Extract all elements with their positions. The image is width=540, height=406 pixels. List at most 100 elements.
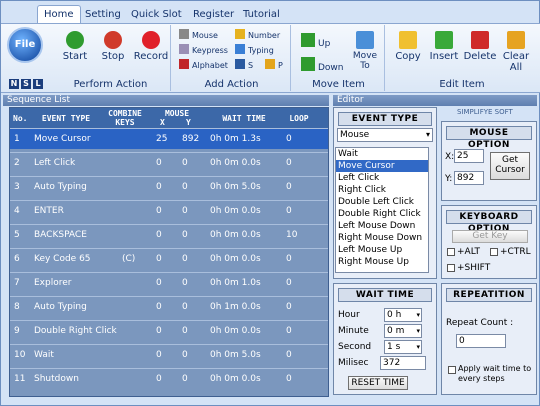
col-wait-time: WAIT TIME bbox=[222, 114, 266, 123]
event-list-item[interactable]: Left Mouse Down bbox=[336, 220, 428, 232]
typing-icon bbox=[235, 44, 245, 54]
cell-no: 11 bbox=[14, 374, 26, 384]
tab-setting[interactable]: Setting bbox=[85, 7, 121, 23]
add-s-button[interactable]: S bbox=[235, 59, 253, 73]
second-select[interactable]: 1 s ▾ bbox=[384, 340, 422, 354]
event-list-item[interactable]: Double Left Click bbox=[336, 196, 428, 208]
cell-loop: 0 bbox=[286, 158, 292, 168]
shift-checkbox[interactable] bbox=[447, 264, 455, 272]
y-label: Y: bbox=[445, 174, 453, 184]
move-to-label: Move To bbox=[352, 51, 378, 71]
event-type-select[interactable]: Mouse ▾ bbox=[337, 128, 433, 142]
add-number-button[interactable]: Number bbox=[235, 29, 280, 43]
cell-no: 10 bbox=[14, 350, 26, 360]
table-header: No. EVENT TYPE COMBINE KEYS MOUSE X Y WA… bbox=[10, 108, 328, 128]
cell-loop: 0 bbox=[286, 326, 292, 336]
event-list-item[interactable]: Wait bbox=[336, 148, 428, 160]
table-row[interactable]: 11 Shutdown 0 0 0h 0m 0.0s 0 bbox=[10, 368, 328, 389]
cell-no: 9 bbox=[14, 326, 20, 336]
add-p-button[interactable]: P bbox=[265, 59, 283, 73]
delete-button[interactable]: Delete bbox=[463, 27, 497, 73]
move-down-button[interactable]: Down bbox=[301, 57, 344, 73]
add-mouse-button[interactable]: Mouse bbox=[179, 29, 218, 43]
group-label: Edit Item bbox=[439, 79, 485, 90]
second-label: Second bbox=[338, 342, 372, 352]
event-list-item[interactable]: Move Cursor bbox=[336, 160, 428, 172]
hour-select[interactable]: 0 h ▾ bbox=[384, 308, 422, 322]
y-input[interactable]: 892 bbox=[454, 171, 484, 185]
col-mouse: MOUSE bbox=[164, 109, 190, 118]
move-up-button[interactable]: Up bbox=[301, 33, 331, 49]
move-up-label: Up bbox=[318, 39, 331, 49]
repeat-count-input[interactable]: 0 bbox=[456, 334, 506, 348]
app-window: Home Setting Quick Slot Register Tutoria… bbox=[0, 0, 540, 406]
cell-y: 0 bbox=[182, 182, 188, 192]
table-row[interactable]: 6 Key Code 65 (C) 0 0 0h 0m 0.0s 0 bbox=[10, 248, 328, 269]
copy-button[interactable]: Copy bbox=[391, 27, 425, 73]
table-row[interactable]: 8 Auto Typing 0 0 0h 1m 0.0s 0 bbox=[10, 296, 328, 317]
add-keypress-button[interactable]: Keypress bbox=[179, 44, 228, 58]
start-label: Start bbox=[62, 51, 88, 62]
event-list-item[interactable]: Left Click bbox=[336, 172, 428, 184]
plus-icon bbox=[435, 31, 453, 49]
event-list-item[interactable]: Double Right Click bbox=[336, 208, 428, 220]
apply-wait-checkbox[interactable] bbox=[448, 366, 456, 374]
wait-time-panel: WAIT TIME Hour 0 h ▾ Minute 0 m ▾ Second 1… bbox=[333, 283, 437, 395]
clear-all-icon bbox=[507, 31, 525, 49]
event-list-item[interactable]: Right Click bbox=[336, 184, 428, 196]
stop-button[interactable]: Stop bbox=[93, 27, 133, 73]
tab-tutorial[interactable]: Tutorial bbox=[243, 7, 280, 23]
add-p-label: P bbox=[278, 61, 283, 70]
add-typing-button[interactable]: Typing bbox=[235, 44, 274, 58]
insert-button[interactable]: Insert bbox=[427, 27, 461, 73]
event-list-item[interactable]: Left Mouse Up bbox=[336, 244, 428, 256]
get-key-button[interactable]: Get Key bbox=[452, 230, 528, 243]
cell-loop: 0 bbox=[286, 254, 292, 264]
minute-select[interactable]: 0 m ▾ bbox=[384, 324, 422, 338]
chevron-down-icon: ▾ bbox=[425, 130, 430, 139]
start-button[interactable]: Start bbox=[55, 27, 95, 73]
x-input[interactable]: 25 bbox=[454, 149, 484, 163]
editor-title: Editor bbox=[333, 95, 537, 106]
col-mouse-y: Y bbox=[186, 118, 191, 127]
event-type-list[interactable]: Wait Move Cursor Left Click Right Click Doub… bbox=[335, 147, 429, 273]
clear-all-button[interactable]: Clear All bbox=[499, 27, 533, 73]
event-list-item[interactable]: Right Mouse Down bbox=[336, 232, 428, 244]
table-row[interactable]: 9 Double Right Click 0 0 0h 0m 0.0s 0 bbox=[10, 320, 328, 341]
get-cursor-button[interactable]: Get Cursor bbox=[490, 152, 530, 180]
cell-event: Auto Typing bbox=[34, 302, 87, 312]
table-row[interactable]: 5 BACKSPACE 0 0 0h 0m 0.0s 10 bbox=[10, 224, 328, 245]
cell-no: 2 bbox=[14, 158, 20, 168]
cell-wait: 0h 1m 0.0s bbox=[210, 302, 261, 312]
move-down-label: Down bbox=[318, 63, 344, 73]
table-row[interactable]: 10 Wait 0 0 0h 0m 5.0s 0 bbox=[10, 344, 328, 365]
tab-quick-slot[interactable]: Quick Slot bbox=[131, 7, 182, 23]
table-row[interactable]: 7 Explorer 0 0 0h 0m 1.0s 0 bbox=[10, 272, 328, 293]
table-row[interactable]: 3 Auto Typing 0 0 0h 0m 5.0s 0 bbox=[10, 176, 328, 197]
repetition-panel: REPEATITION Repeat Count : 0 Apply wait … bbox=[441, 283, 537, 395]
milisec-input[interactable]: 372 bbox=[380, 356, 426, 370]
alt-label: +ALT bbox=[457, 247, 480, 257]
keyboard-option-panel: KEYBOARD OPTION Get Key +ALT +CTRL +SHIF… bbox=[441, 205, 537, 279]
group-add-action: Mouse Keypress Alphabet Number Typing S … bbox=[173, 25, 291, 91]
record-button[interactable]: Record bbox=[131, 27, 171, 73]
tab-home[interactable]: Home bbox=[37, 5, 81, 23]
alt-checkbox[interactable] bbox=[447, 248, 455, 256]
tab-register[interactable]: Register bbox=[193, 7, 234, 23]
cell-wait: 0h 0m 1.0s bbox=[210, 278, 261, 288]
ctrl-checkbox[interactable] bbox=[490, 248, 498, 256]
table-row[interactable]: 2 Left Click 0 0 0h 0m 0.0s 0 bbox=[10, 152, 328, 173]
file-button[interactable]: File bbox=[7, 27, 43, 63]
wait-time-title: WAIT TIME bbox=[338, 288, 432, 302]
group-label: Move Item bbox=[312, 79, 365, 90]
shift-label: +SHIFT bbox=[457, 263, 491, 273]
delete-label: Delete bbox=[463, 51, 497, 62]
reset-time-button[interactable]: RESET TIME bbox=[348, 376, 408, 390]
table-row[interactable]: 4 ENTER 0 0 0h 0m 0.0s 0 bbox=[10, 200, 328, 221]
event-list-item[interactable]: Right Mouse Up bbox=[336, 256, 428, 268]
table-row[interactable]: 1 Move Cursor 25 892 0h 0m 1.3s 0 bbox=[10, 128, 328, 149]
add-alphabet-button[interactable]: Alphabet bbox=[179, 59, 228, 73]
cell-event: Shutdown bbox=[34, 374, 79, 384]
move-to-button[interactable]: Move To bbox=[347, 27, 383, 73]
add-typing-label: Typing bbox=[248, 46, 274, 55]
